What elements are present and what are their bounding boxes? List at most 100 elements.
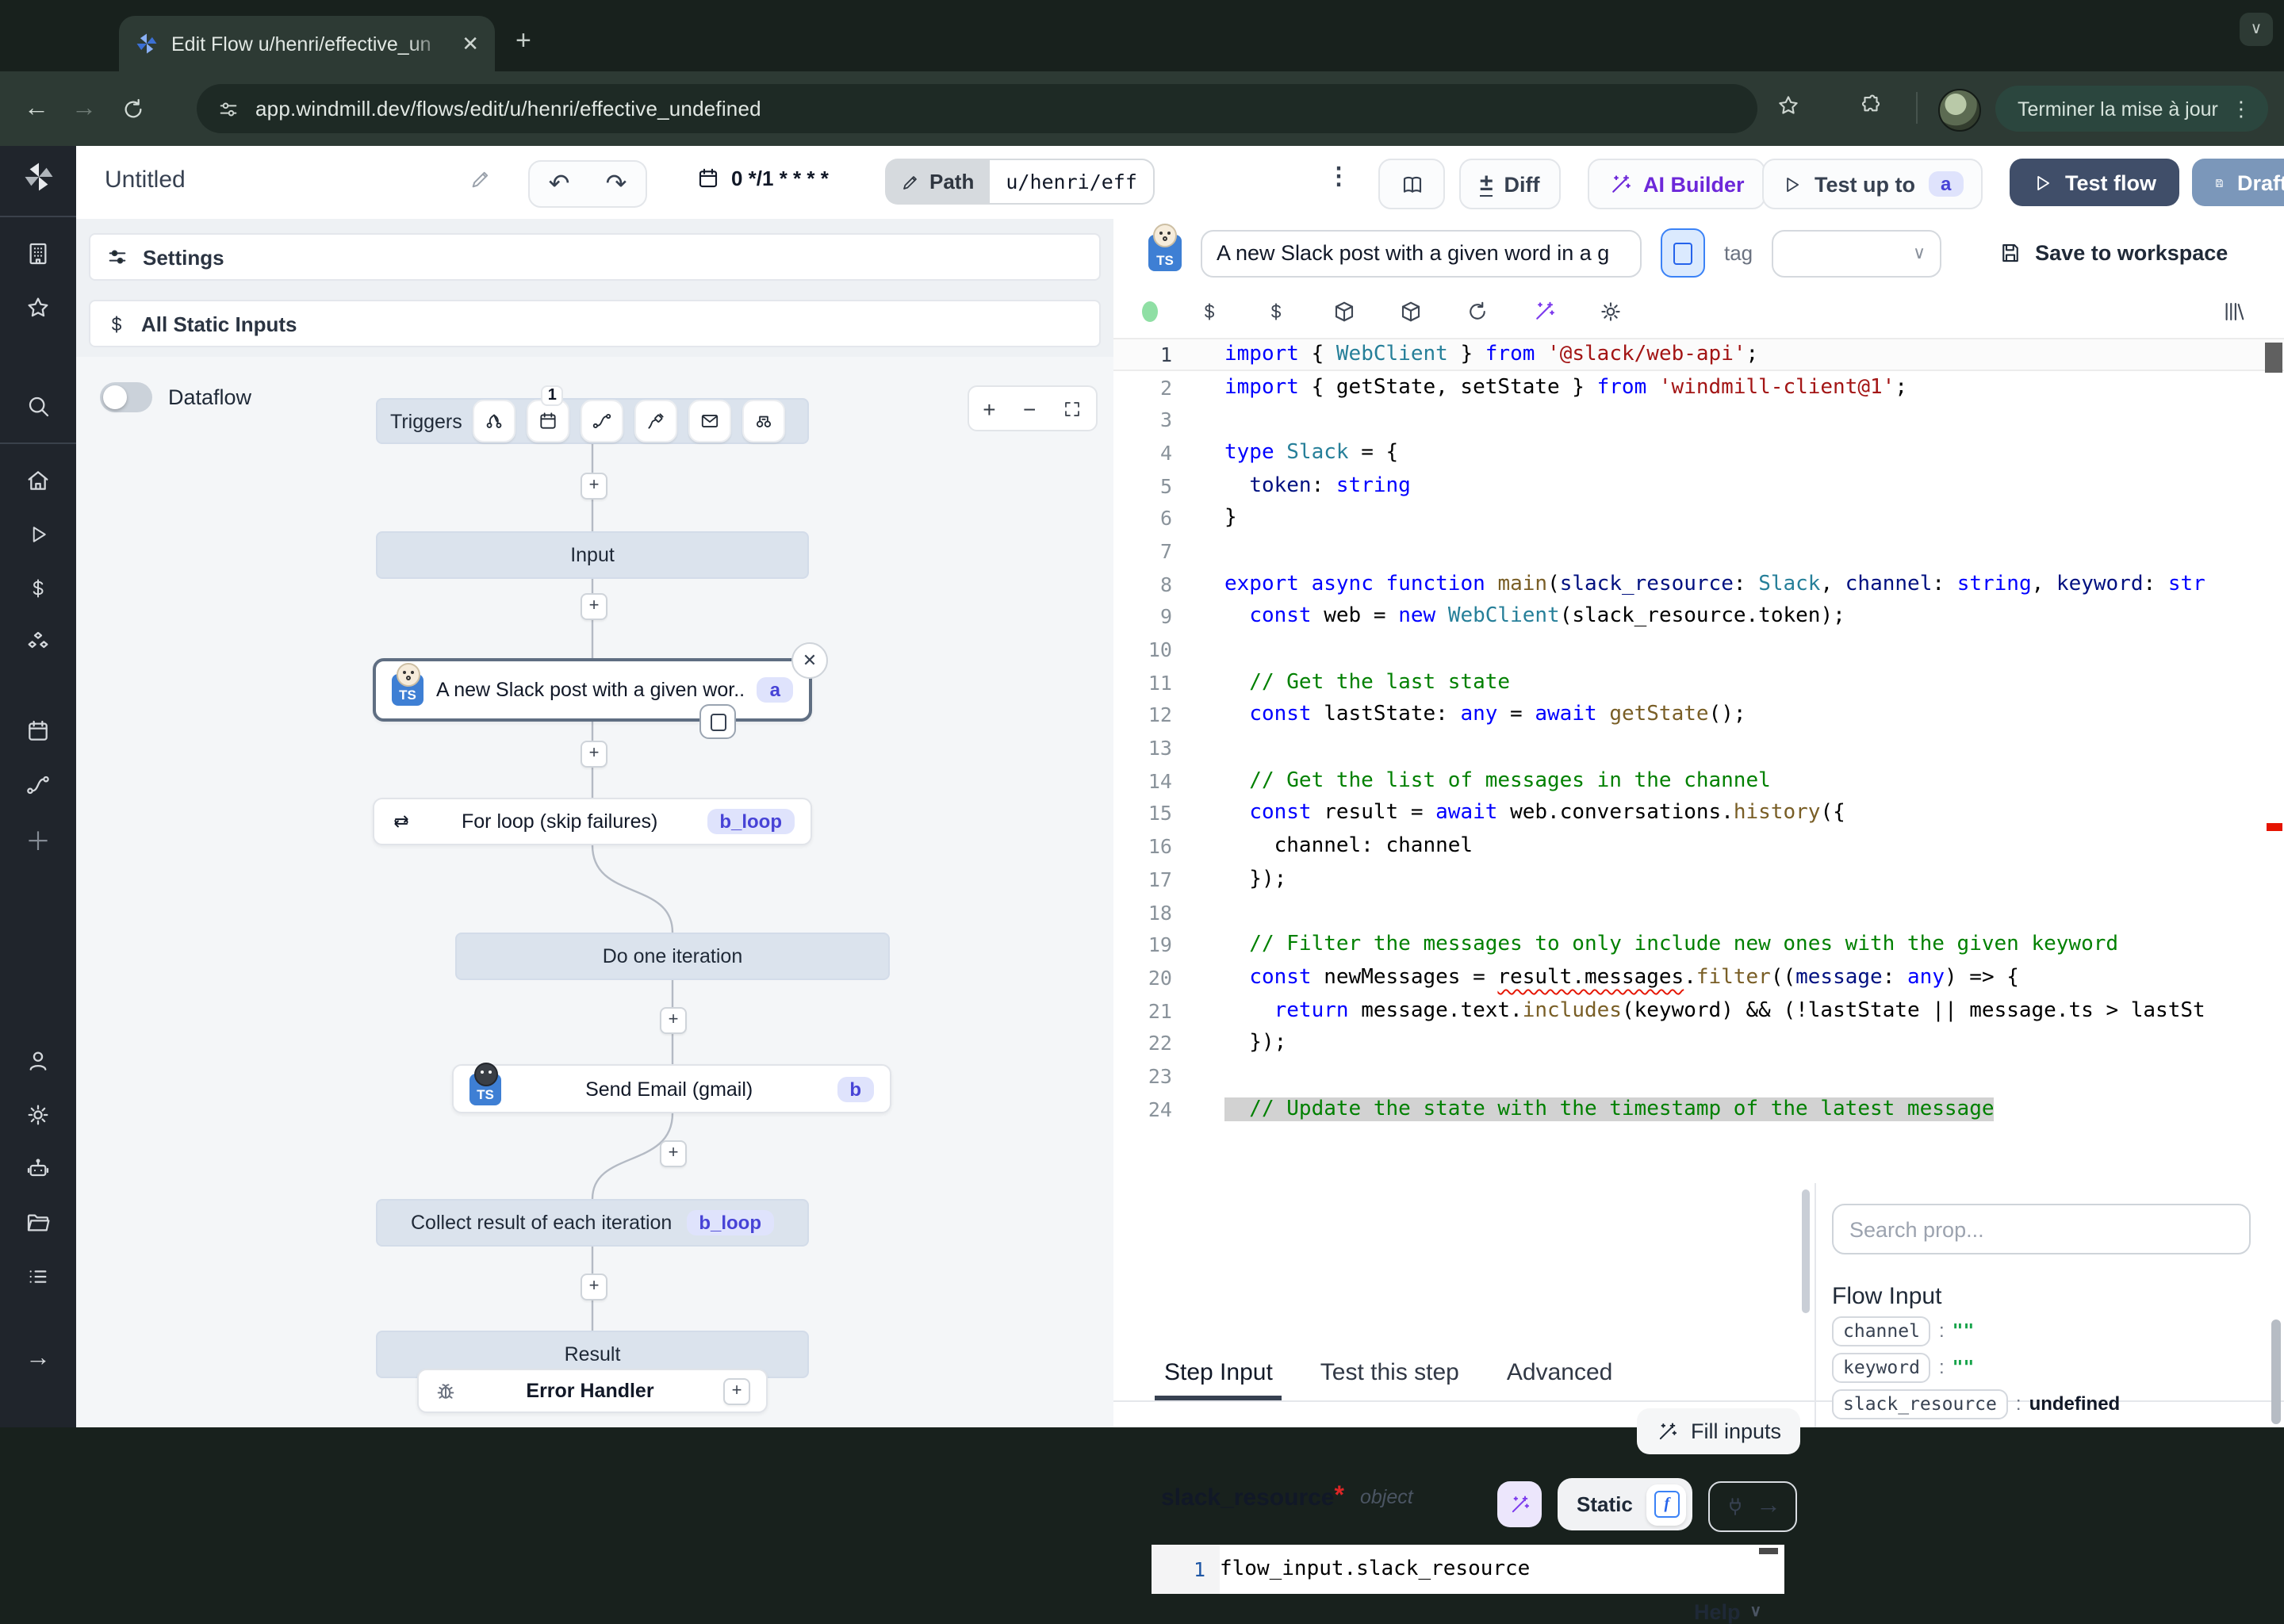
rail-schedules-icon[interactable] — [0, 704, 76, 758]
diff-button[interactable]: ± Diff — [1459, 159, 1560, 209]
do-one-iteration-node[interactable]: Do one iteration — [455, 933, 890, 980]
rail-ai-icon[interactable] — [0, 1142, 76, 1196]
code-line[interactable]: 22 }); — [1113, 1027, 2284, 1059]
windmill-logo[interactable] — [0, 146, 76, 206]
code-line[interactable]: 24 // Update the state with the timestam… — [1113, 1093, 2284, 1125]
extensions-icon[interactable] — [1859, 94, 1883, 117]
editor-settings-icon[interactable] — [1599, 299, 1624, 323]
concurrency-square-button[interactable] — [1661, 228, 1705, 278]
trigger-route-icon[interactable] — [581, 400, 624, 442]
code-line[interactable]: 9 const web = new WebClient(slack_resour… — [1113, 600, 2284, 633]
browser-tab[interactable]: Edit Flow u/henri/effective_un ✕ — [119, 16, 495, 71]
trigger-webhook-icon[interactable] — [473, 400, 516, 442]
resource-icon[interactable] — [1332, 299, 1358, 323]
flow-input-prop[interactable]: channel:"" — [1832, 1315, 2120, 1346]
code-line[interactable]: 15 const result = await web.conversation… — [1113, 797, 2284, 829]
save-to-workspace-button[interactable]: Save to workspace — [1998, 241, 2228, 265]
test-flow-button[interactable]: Test flow — [2010, 159, 2179, 206]
add-step-button[interactable]: + — [581, 1274, 607, 1300]
ai-assist-icon[interactable] — [1532, 299, 1558, 323]
step-stop-after-icon[interactable] — [699, 704, 736, 739]
chrome-update-button[interactable]: Terminer la mise à jour ⋮ — [1995, 86, 2269, 132]
code-line[interactable]: 1import { WebClient } from '@slack/web-a… — [1113, 338, 2284, 370]
prop-name-pill[interactable]: channel — [1832, 1316, 1931, 1346]
rail-variables-icon[interactable] — [0, 561, 76, 615]
trigger-websocket-icon[interactable] — [635, 400, 678, 442]
code-line[interactable]: 4type Slack = { — [1113, 436, 2284, 469]
test-up-to-button[interactable]: Test up to a — [1762, 159, 1983, 209]
code-line[interactable]: 12 const lastState: any = await getState… — [1113, 699, 2284, 731]
tag-select[interactable]: ∨ — [1772, 229, 1941, 277]
bookmark-star-icon[interactable] — [1776, 94, 1800, 117]
tab-close-icon[interactable]: ✕ — [462, 31, 479, 56]
rail-resources-icon[interactable] — [0, 615, 76, 669]
connect-input-button[interactable]: → — [1708, 1481, 1797, 1532]
package-icon[interactable] — [1399, 299, 1424, 323]
code-line[interactable]: 23 — [1113, 1059, 2284, 1092]
code-line[interactable]: 8export async function main(slack_resour… — [1113, 568, 2284, 600]
flow-name[interactable]: Untitled — [105, 167, 186, 193]
rail-home-icon[interactable] — [0, 454, 76, 508]
rail-favorites-icon[interactable] — [0, 281, 76, 335]
editor-scrollbar[interactable] — [2263, 338, 2284, 1345]
tab-search-icon[interactable]: ∨ — [2240, 13, 2273, 46]
flow-graph[interactable]: Dataflow + − Triggers 1 + Input + — [76, 357, 1113, 1427]
error-handler-node[interactable]: Error Handler + — [417, 1369, 768, 1413]
code-line[interactable]: 16 channel: channel — [1113, 830, 2284, 863]
trigger-schedule-icon[interactable]: 1 — [527, 400, 570, 442]
all-static-inputs-row[interactable]: All Static Inputs — [89, 300, 1101, 347]
rail-collapse-icon[interactable]: → — [0, 1332, 76, 1386]
add-step-button[interactable]: + — [581, 473, 607, 500]
step-node-slack[interactable]: TS A new Slack post with a given wor... … — [373, 658, 812, 722]
rail-search-icon[interactable] — [0, 379, 76, 433]
ai-builder-button[interactable]: AI Builder — [1588, 159, 1765, 209]
more-options-icon[interactable]: ⋮ — [1326, 162, 1351, 190]
edit-name-icon[interactable] — [469, 168, 492, 190]
rail-add-icon[interactable]: ＋ — [0, 812, 76, 866]
add-step-button[interactable]: + — [660, 1007, 687, 1034]
rail-folders-icon[interactable] — [0, 1196, 76, 1250]
code-line[interactable]: 6} — [1113, 502, 2284, 534]
input-node[interactable]: Input — [376, 531, 809, 579]
tab-step-input[interactable]: Step Input — [1164, 1359, 1273, 1400]
schedule-cron[interactable]: 0 */1 * * * * — [696, 167, 829, 190]
variables-icon[interactable] — [1266, 299, 1291, 323]
undo-button[interactable]: ↶ — [528, 160, 590, 208]
settings-row[interactable]: Settings — [89, 233, 1101, 281]
site-settings-icon[interactable] — [217, 98, 240, 120]
props-scrollbar[interactable] — [2271, 1320, 2281, 1424]
zoom-in-icon[interactable]: + — [983, 396, 995, 421]
forward-icon[interactable]: → — [60, 94, 108, 123]
code-line[interactable]: 10 — [1113, 633, 2284, 665]
path-chip[interactable]: Path u/henri/eff — [885, 159, 1155, 205]
code-editor[interactable]: 1import { WebClient } from '@slack/web-a… — [1113, 338, 2284, 1345]
fullscreen-icon[interactable] — [1063, 399, 1083, 418]
rail-users-icon[interactable] — [0, 1034, 76, 1088]
step-summary-input[interactable]: A new Slack post with a given word in a … — [1201, 229, 1642, 277]
triggers-node[interactable]: Triggers 1 — [376, 398, 809, 444]
trigger-email-icon[interactable] — [689, 400, 732, 442]
zoom-out-icon[interactable]: − — [1023, 396, 1036, 421]
expression-editor[interactable]: 1 flow_input.slack_resource — [1152, 1545, 1784, 1594]
reload-icon[interactable] — [121, 96, 146, 121]
inputs-scrollbar[interactable] — [1802, 1189, 1810, 1313]
search-prop-input[interactable]: Search prop... — [1832, 1204, 2251, 1254]
rail-settings-icon[interactable] — [0, 1088, 76, 1142]
reset-icon[interactable] — [1466, 299, 1491, 323]
ai-fill-argument-button[interactable] — [1497, 1481, 1542, 1527]
redo-button[interactable]: ↷ — [587, 160, 647, 208]
flow-input-prop[interactable]: slack_resource:undefined — [1832, 1388, 2120, 1419]
tab-test-this-step[interactable]: Test this step — [1320, 1359, 1459, 1400]
add-error-handler-button[interactable]: + — [723, 1377, 750, 1404]
step-node-forloop[interactable]: For loop (skip failures) b_loop — [373, 798, 812, 845]
add-step-button[interactable]: + — [581, 741, 607, 768]
code-line[interactable]: 5 token: string — [1113, 469, 2284, 502]
code-line[interactable]: 19 // Filter the messages to only includ… — [1113, 929, 2284, 961]
rail-runs-icon[interactable] — [0, 508, 76, 561]
help-button[interactable]: Help ∨ — [1694, 1600, 1761, 1624]
trigger-scrape-icon[interactable] — [743, 400, 786, 442]
new-tab-button[interactable]: + — [515, 27, 531, 54]
input-mode-toggle[interactable]: Static f — [1558, 1478, 1693, 1530]
add-step-button[interactable]: + — [581, 593, 607, 620]
rail-routes-icon[interactable] — [0, 758, 76, 812]
